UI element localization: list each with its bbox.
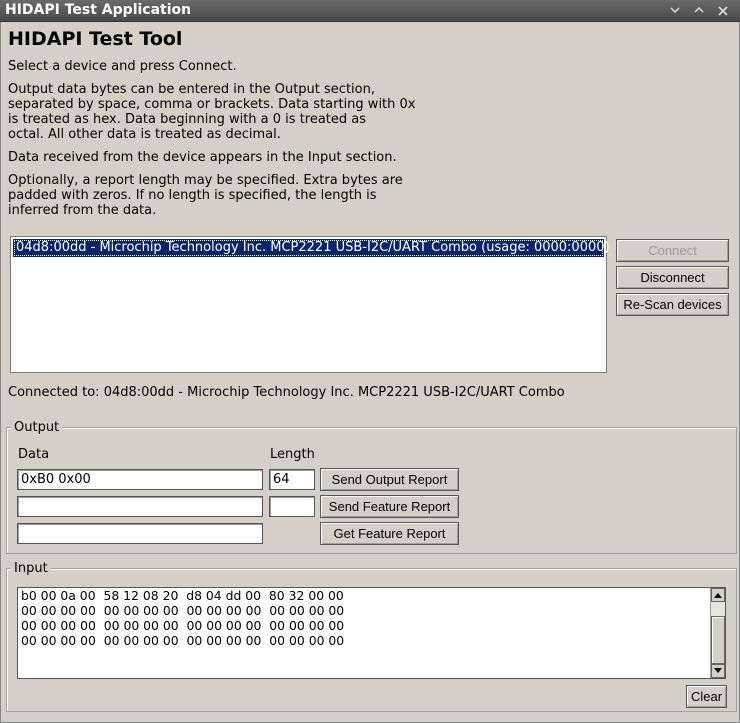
input-scrollbar[interactable] xyxy=(710,588,725,678)
device-list[interactable]: 04d8:00dd - Microchip Technology Inc. MC… xyxy=(10,236,610,373)
window-title: HIDAPI Test Application xyxy=(5,2,192,18)
scroll-down-icon[interactable] xyxy=(711,664,725,678)
input-data-text: b0 00 0a 00 58 12 08 20 d8 04 dd 00 80 3… xyxy=(21,588,345,648)
window-titlebar[interactable]: HIDAPI Test Application xyxy=(0,0,740,22)
get-feature-data-input[interactable] xyxy=(17,523,263,544)
feature-data-input[interactable] xyxy=(17,496,263,517)
get-feature-report-button[interactable]: Get Feature Report xyxy=(320,522,459,545)
output-data-label: Data xyxy=(18,447,50,462)
disconnect-button[interactable]: Disconnect xyxy=(616,266,729,289)
minimize-icon[interactable] xyxy=(666,2,684,19)
instruction-input: Data received from the device appears in… xyxy=(8,150,397,165)
input-group-label: Input xyxy=(11,561,51,576)
clear-button[interactable]: Clear xyxy=(686,685,727,708)
instruction-select: Select a device and press Connect. xyxy=(8,59,237,74)
connection-status: Connected to: 04d8:00dd - Microchip Tech… xyxy=(8,385,565,400)
input-data-textarea[interactable]: b0 00 0a 00 58 12 08 20 d8 04 dd 00 80 3… xyxy=(17,587,726,679)
maximize-icon[interactable] xyxy=(690,2,708,19)
connect-button[interactable]: Connect xyxy=(616,239,729,262)
output-group-label: Output xyxy=(11,420,63,435)
instruction-length: Optionally, a report length may be speci… xyxy=(8,173,403,218)
scroll-thumb[interactable] xyxy=(711,616,725,664)
scroll-up-icon[interactable] xyxy=(711,588,725,602)
output-data-input[interactable]: 0xB0 0x00 xyxy=(17,469,263,490)
close-icon[interactable] xyxy=(714,2,732,19)
send-feature-report-button[interactable]: Send Feature Report xyxy=(320,495,459,518)
send-output-report-button[interactable]: Send Output Report xyxy=(320,468,459,491)
output-length-label: Length xyxy=(270,447,315,462)
feature-length-input[interactable] xyxy=(269,496,315,517)
output-length-input[interactable]: 64 xyxy=(269,469,315,490)
instruction-output-format: Output data bytes can be entered in the … xyxy=(8,82,416,142)
device-list-item[interactable]: 04d8:00dd - Microchip Technology Inc. MC… xyxy=(13,239,610,257)
page-title: HIDAPI Test Tool xyxy=(8,28,183,50)
rescan-devices-button[interactable]: Re-Scan devices xyxy=(616,293,729,316)
